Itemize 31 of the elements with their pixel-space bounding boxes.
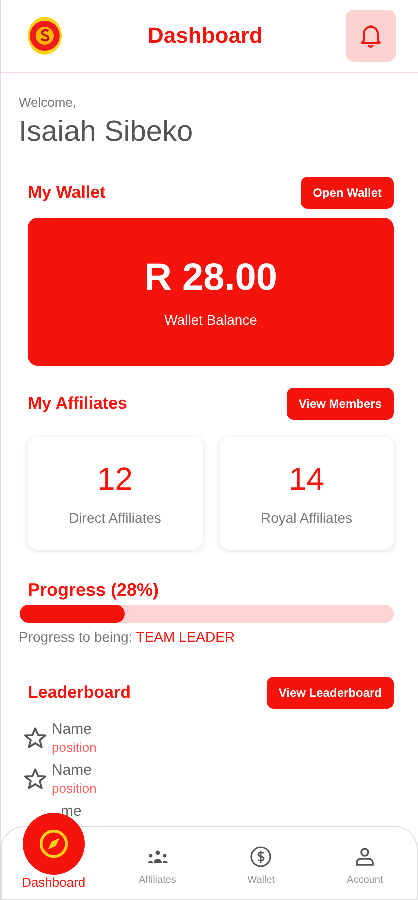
- section-title: My Affiliates: [28, 394, 128, 414]
- page-title: Dashboard: [148, 23, 263, 49]
- star-icon: [23, 726, 48, 750]
- section-title: My Wallet: [28, 183, 106, 203]
- welcome-text: Welcome,: [19, 95, 78, 110]
- open-wallet-button[interactable]: Open Wallet: [301, 177, 394, 209]
- affiliate-label: Direct Affiliates: [69, 510, 162, 526]
- nav-tab[interactable]: Account: [313, 827, 417, 900]
- wallet-balance-label: Wallet Balance: [164, 312, 258, 328]
- leader-name: me: [61, 803, 82, 820]
- view-members-button[interactable]: View Members: [286, 388, 394, 420]
- progress-caption: Progress to being: TEAM LEADER: [19, 629, 236, 645]
- progress-title: Progress (28%): [28, 580, 160, 601]
- star-icon: [23, 766, 48, 792]
- leader-position: position: [52, 781, 97, 796]
- bell-icon: [358, 23, 383, 49]
- view-leaderboard-button[interactable]: View Leaderboard: [266, 677, 394, 709]
- wallet-balance: R 28.00: [144, 256, 278, 300]
- affiliate-count: 14: [288, 461, 325, 498]
- user-name: Isaiah Sibeko: [19, 116, 194, 149]
- section-title: Leaderboard: [28, 683, 131, 703]
- nav-tab[interactable]: Wallet: [210, 827, 314, 900]
- affiliate-label: Royal Affiliates: [260, 510, 353, 526]
- dollar-coin-icon: [249, 845, 274, 869]
- leader-name: Name: [52, 762, 94, 779]
- affiliate-count: 12: [97, 461, 134, 498]
- leader-position: position: [52, 740, 97, 755]
- notifications-button[interactable]: [346, 10, 396, 62]
- leader-name: Name: [52, 721, 94, 738]
- nav-tab[interactable]: Affiliates: [106, 827, 210, 900]
- logo-icon: [25, 14, 65, 58]
